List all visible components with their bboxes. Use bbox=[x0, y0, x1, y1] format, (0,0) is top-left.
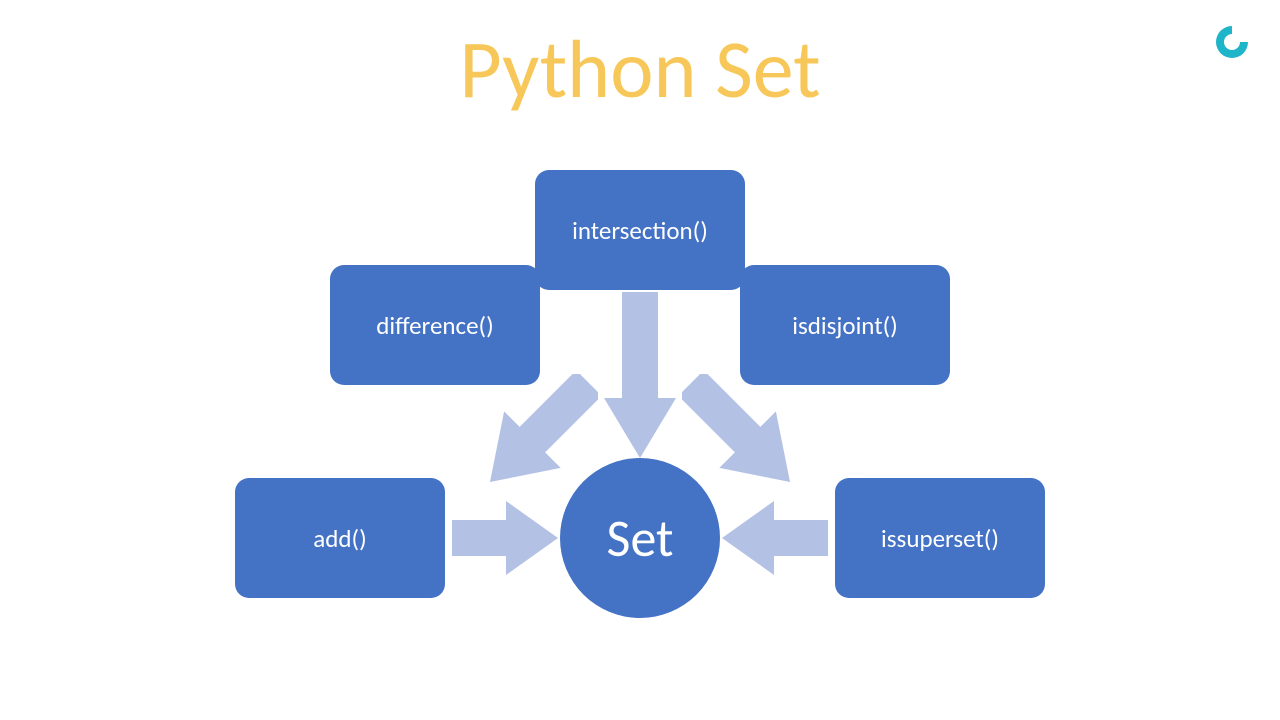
node-add: add() bbox=[235, 478, 445, 598]
node-intersection: intersection() bbox=[535, 170, 745, 290]
node-label-difference: difference() bbox=[376, 310, 493, 341]
node-difference: difference() bbox=[330, 265, 540, 385]
page-title: Python Set bbox=[0, 20, 1280, 120]
arrow-isdisjoint bbox=[682, 374, 792, 484]
node-issuperset: issuperset() bbox=[835, 478, 1045, 598]
node-label-issuperset: issuperset() bbox=[881, 523, 999, 554]
node-label-add: add() bbox=[313, 523, 366, 554]
arrow-difference bbox=[488, 374, 598, 484]
node-isdisjoint: isdisjoint() bbox=[740, 265, 950, 385]
arrow-add bbox=[452, 501, 558, 575]
node-label-isdisjoint: isdisjoint() bbox=[792, 310, 898, 341]
node-label-intersection: intersection() bbox=[572, 215, 708, 246]
arrow-intersection bbox=[604, 292, 676, 458]
center-node-label: Set bbox=[607, 506, 674, 570]
arrow-issuperset bbox=[722, 501, 828, 575]
